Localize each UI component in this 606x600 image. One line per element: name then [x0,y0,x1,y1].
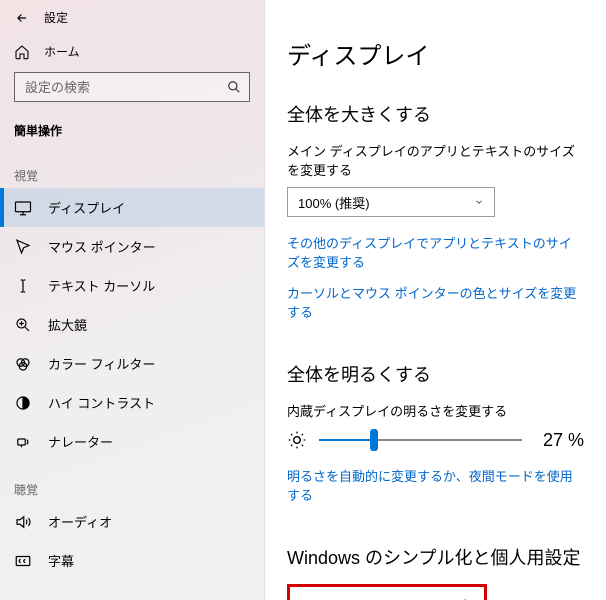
sidebar-item-mouse-pointer[interactable]: マウス ポインター [0,227,264,266]
sidebar-item-narrator[interactable]: ナレーター [0,422,264,461]
section-simplify-heading: Windows のシンプル化と個人用設定 [287,544,584,570]
group-vision-label: 視覚 [0,147,264,188]
home-row[interactable]: ホーム [0,35,264,72]
sidebar-item-label: 拡大鏡 [48,315,87,334]
sidebar-item-magnifier[interactable]: 拡大鏡 [0,305,264,344]
home-icon [14,44,30,60]
brightness-slider[interactable] [319,428,522,452]
search-icon [219,80,249,94]
search-wrap [0,72,264,112]
sun-icon [287,430,307,450]
back-icon[interactable] [14,10,30,26]
sidebar-item-label: ナレーター [48,432,113,451]
app-header: 設定 [0,0,264,35]
brightness-description: 内蔵ディスプレイの明るさを変更する [287,401,584,420]
link-cursor-pointer[interactable]: カーソルとマウス ポインターの色とサイズを変更する [287,283,584,321]
main-content: ディスプレイ 全体を大きくする メイン ディスプレイのアプリとテキストのサイズを… [265,0,606,600]
toggle-animations-label: Windows にアニメーションを表示する [300,595,474,600]
group-hearing-label: 聴覚 [0,461,264,502]
sidebar-item-display[interactable]: ディスプレイ [0,188,264,227]
search-input[interactable] [15,80,219,95]
section-make-brighter-heading: 全体を明るくする [287,361,584,387]
highlight-annotation: Windows にアニメーションを表示する オン [287,584,487,600]
color-filter-icon [14,355,32,373]
cursor-icon [14,238,32,256]
brightness-value: 27 % [534,430,584,451]
link-other-displays[interactable]: その他のディスプレイでアプリとテキストのサイズを変更する [287,233,584,271]
link-auto-brightness[interactable]: 明るさを自動的に変更するか、夜間モードを使用する [287,466,584,504]
sidebar-item-high-contrast[interactable]: ハイ コントラスト [0,383,264,422]
sidebar-item-label: マウス ポインター [48,237,156,256]
narrator-icon [14,433,32,451]
sidebar-item-color-filters[interactable]: カラー フィルター [0,344,264,383]
category-label: 簡単操作 [0,112,264,147]
sidebar-item-text-cursor[interactable]: テキスト カーソル [0,266,264,305]
section-make-bigger-heading: 全体を大きくする [287,101,584,127]
scale-description: メイン ディスプレイのアプリとテキストのサイズを変更する [287,141,584,179]
sidebar-item-label: オーディオ [48,512,112,531]
sidebar-item-captions[interactable]: 字幕 [0,541,264,580]
captions-icon [14,552,32,570]
brightness-slider-row: 27 % [287,428,584,452]
audio-icon [14,513,32,531]
scale-dropdown-value: 100% (推奨) [298,193,370,212]
sidebar-item-label: ディスプレイ [48,198,125,217]
search-box[interactable] [14,72,250,102]
app-title: 設定 [44,9,68,26]
high-contrast-icon [14,394,32,412]
scale-dropdown[interactable]: 100% (推奨) [287,187,495,217]
sidebar-item-label: 字幕 [48,551,74,570]
text-cursor-icon [14,277,32,295]
magnifier-icon [14,316,32,334]
display-icon [14,199,32,217]
toggle-animations-block: Windows にアニメーションを表示する オン [300,595,474,600]
sidebar-item-label: カラー フィルター [48,354,155,373]
page-title: ディスプレイ [287,36,584,71]
sidebar-item-label: ハイ コントラスト [48,393,155,412]
sidebar: 設定 ホーム 簡単操作 視覚 ディスプレイ マウス ポインター テキスト [0,0,265,600]
home-label: ホーム [44,43,80,60]
sidebar-item-label: テキスト カーソル [48,276,155,295]
chevron-down-icon [474,197,484,207]
sidebar-item-audio[interactable]: オーディオ [0,502,264,541]
